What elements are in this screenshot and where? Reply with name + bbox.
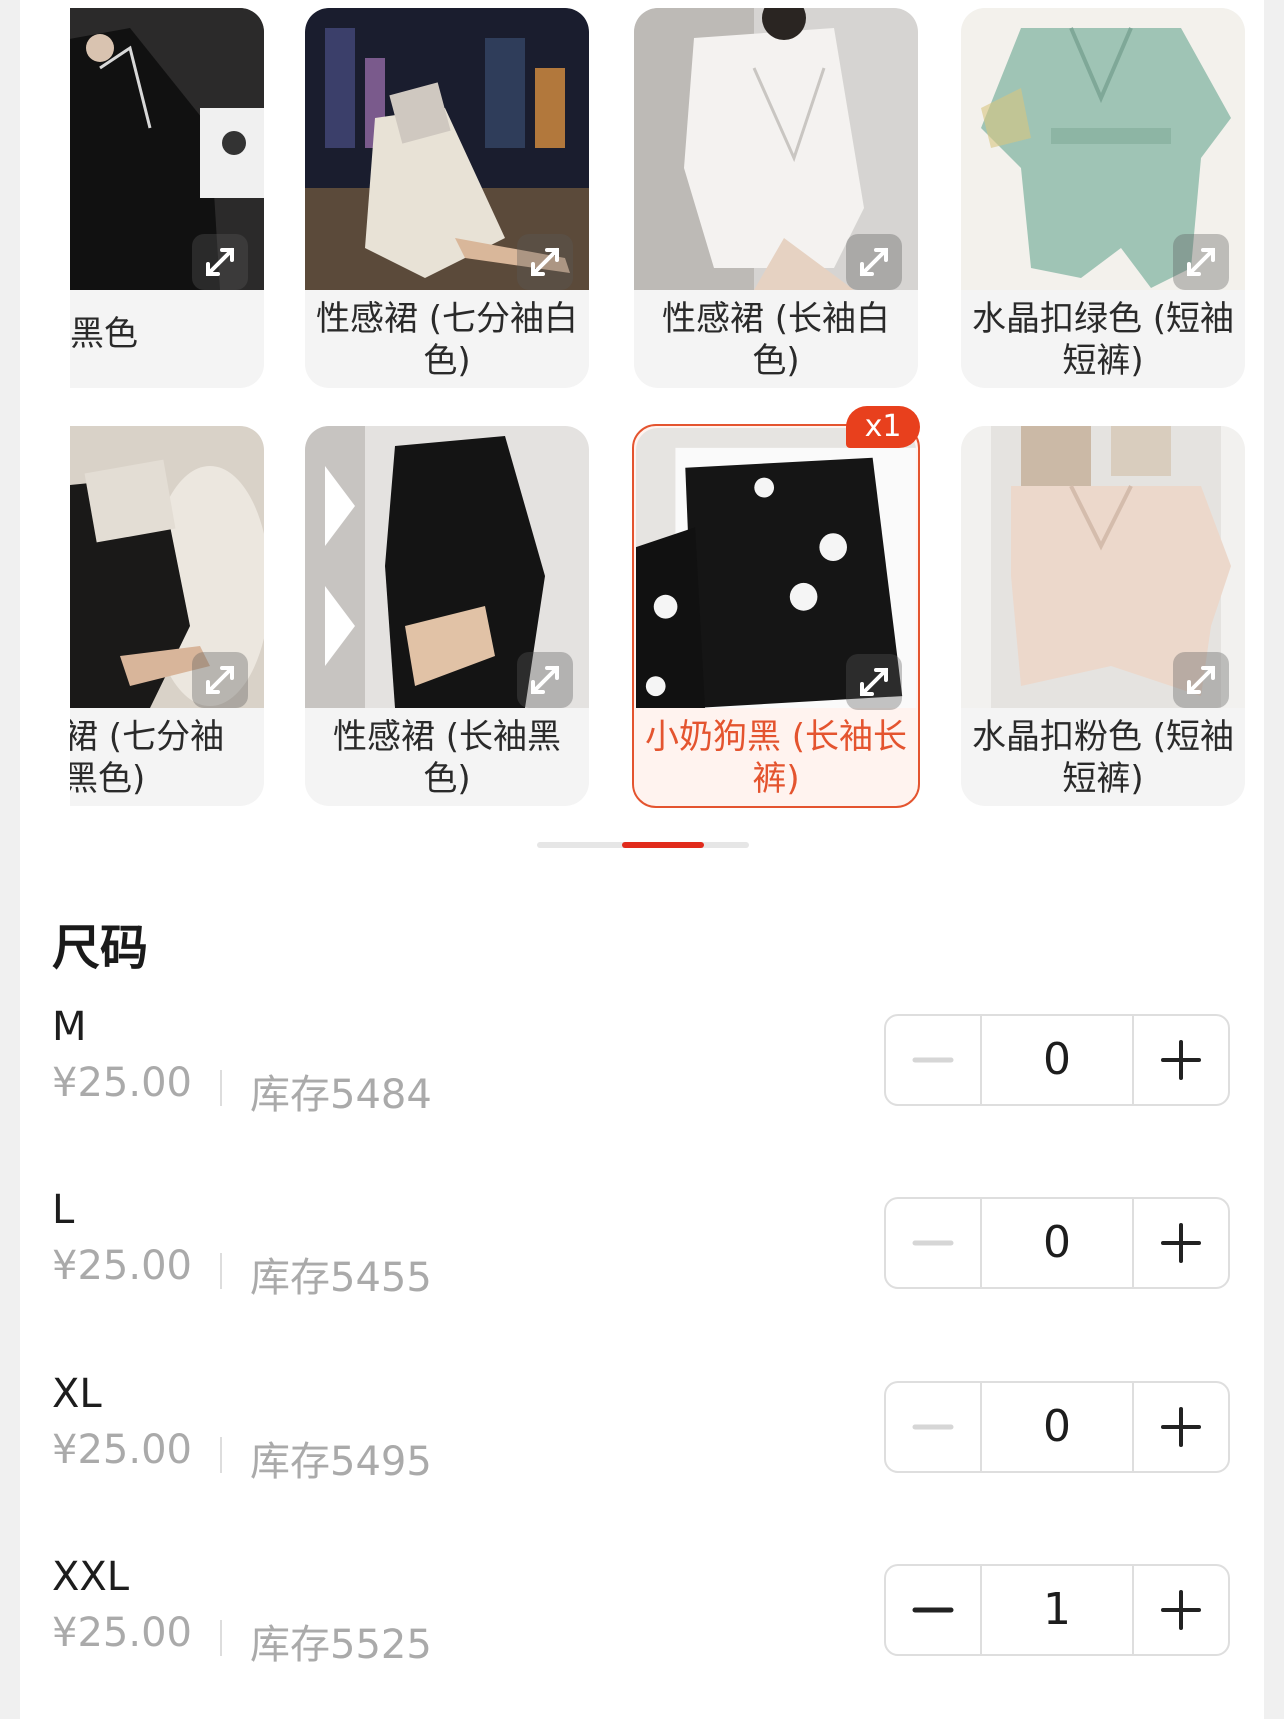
size-stock: 库存5525 [250,1622,432,1668]
increment-button[interactable] [1132,1383,1228,1471]
expand-icon[interactable] [846,654,902,710]
size-name: XL [52,1371,102,1417]
size-stock: 库存5495 [250,1439,432,1485]
divider [220,1437,222,1473]
quantity-input[interactable]: 0 [982,1016,1132,1104]
size-row-l: L ¥25.00 库存5455 0 [52,1187,1232,1307]
selected-count-badge: x1 [846,406,920,448]
variant-card-3[interactable]: 水晶扣绿色 (短袖短裤) [961,8,1245,388]
decrement-button[interactable] [886,1199,982,1287]
decrement-button[interactable] [886,1566,982,1654]
variant-card-2[interactable]: 性感裙 (长袖白色) [634,8,918,388]
divider [220,1253,222,1289]
quantity-stepper: 0 [884,1381,1230,1473]
quantity-stepper: 1 [884,1564,1230,1656]
variant-card-6[interactable]: 小奶狗黑 (长袖长裤) x1 [632,406,920,808]
size-section-title: 尺码 [52,920,149,976]
quantity-input[interactable]: 1 [982,1566,1132,1654]
variant-card-5[interactable]: 性感裙 (长袖黑色) [305,426,589,806]
variant-label: 艺字母黑色 [70,314,138,354]
expand-icon[interactable] [192,652,248,708]
quantity-input[interactable]: 0 [982,1383,1132,1471]
expand-icon[interactable] [846,234,902,290]
size-stock: 库存5455 [250,1255,432,1301]
variant-label: 水晶扣绿色 (短袖短裤) [971,299,1235,381]
size-price: ¥25.00 [52,1243,192,1289]
expand-icon[interactable] [192,234,248,290]
scroll-indicator-thumb [622,842,704,848]
expand-icon[interactable] [517,652,573,708]
size-stock: 库存5484 [250,1072,432,1118]
variant-label: 小奶狗黑 (长袖长裤) [644,717,908,799]
size-row-xxl: XXL ¥25.00 库存5525 1 [52,1554,1232,1674]
divider [220,1070,222,1106]
variant-label: 性感裙 (七分袖白色) [315,299,579,381]
size-name: M [52,1004,87,1050]
increment-button[interactable] [1132,1566,1228,1654]
decrement-button[interactable] [886,1383,982,1471]
increment-button[interactable] [1132,1016,1228,1104]
sku-selection-sheet: 艺字母黑色 性感裙 (七分袖白色) [20,0,1264,1719]
decrement-button[interactable] [886,1016,982,1104]
size-name: XXL [52,1554,130,1600]
variant-label: 裙 (七分袖黑色) [70,717,225,799]
variant-card-0[interactable]: 艺字母黑色 [70,8,264,388]
variant-grid: 艺字母黑色 性感裙 (七分袖白色) [70,0,1254,830]
size-price: ¥25.00 [52,1427,192,1473]
size-price: ¥25.00 [52,1610,192,1656]
variant-card-1[interactable]: 性感裙 (七分袖白色) [305,8,589,388]
variant-label: 性感裙 (长袖黑色) [332,717,562,799]
increment-button[interactable] [1132,1199,1228,1287]
divider [220,1620,222,1656]
quantity-stepper: 0 [884,1014,1230,1106]
expand-icon[interactable] [1173,652,1229,708]
quantity-stepper: 0 [884,1197,1230,1289]
variant-card-4[interactable]: 裙 (七分袖黑色) [70,426,264,806]
variant-label: 水晶扣粉色 (短袖短裤) [971,717,1235,799]
size-price: ¥25.00 [52,1060,192,1106]
variant-label: 性感裙 (长袖白色) [661,299,891,381]
size-row-m: M ¥25.00 库存5484 0 [52,1004,1232,1124]
size-row-xl: XL ¥25.00 库存5495 0 [52,1371,1232,1491]
quantity-input[interactable]: 0 [982,1199,1132,1287]
variant-card-7[interactable]: 水晶扣粉色 (短袖短裤) [961,426,1245,806]
expand-icon[interactable] [517,234,573,290]
size-name: L [52,1187,75,1233]
expand-icon[interactable] [1173,234,1229,290]
